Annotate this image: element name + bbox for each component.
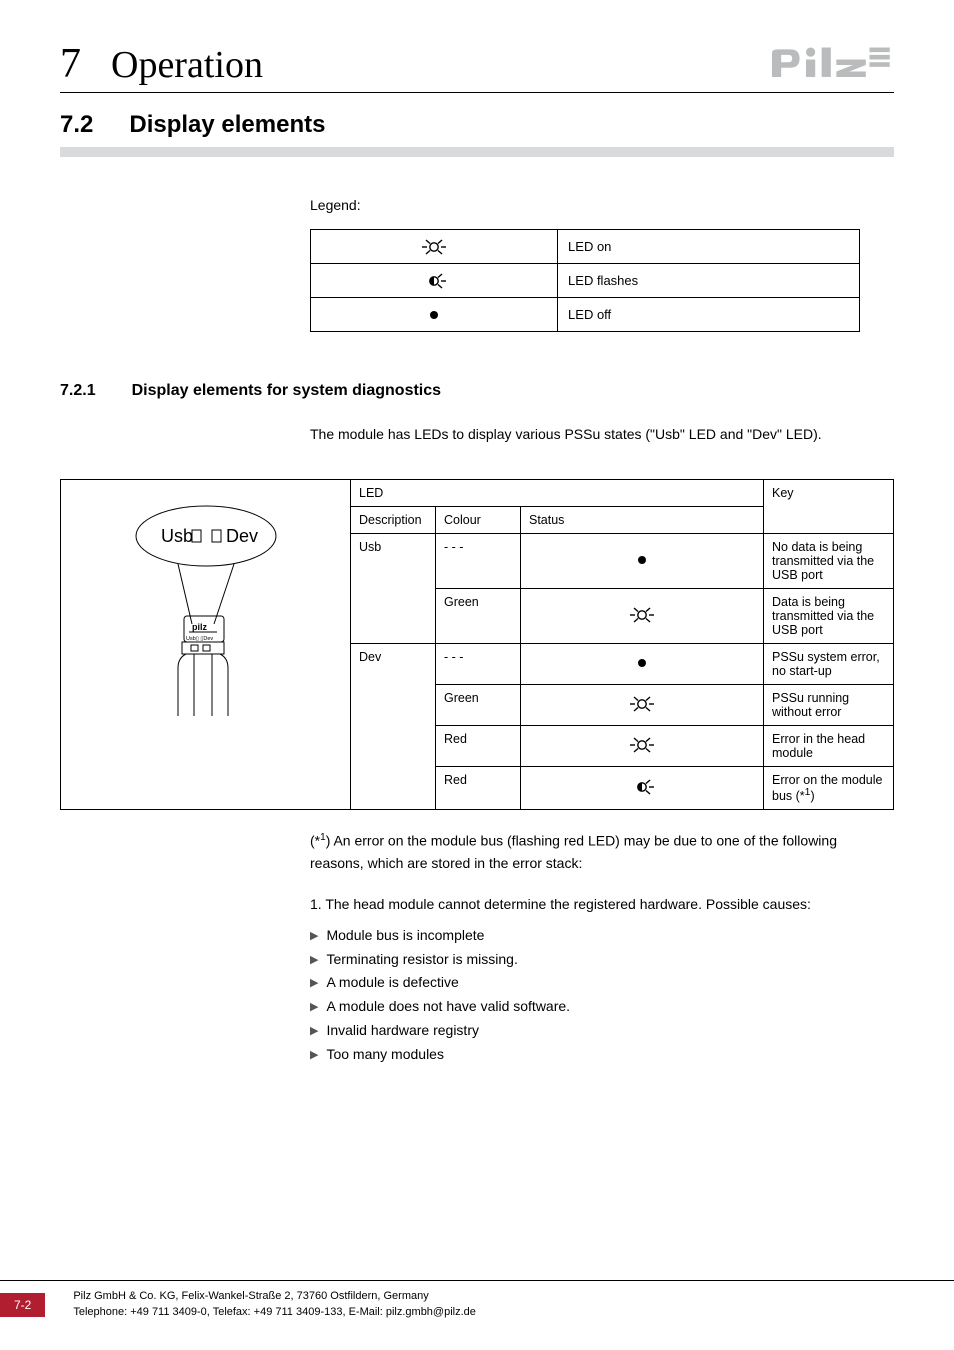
- led-off-icon: [419, 305, 449, 325]
- cell-key: PSSu running without error: [764, 685, 894, 726]
- bullet-arrow-icon: ▶: [310, 1043, 318, 1067]
- cell-key-html: Error on the module bus (*1): [764, 767, 894, 810]
- legend-row: LED off: [311, 298, 860, 332]
- bullet-arrow-icon: ▶: [310, 1019, 318, 1043]
- module-diagram-cell: Usb Dev pilz Usb▯ ▯Dev: [61, 480, 351, 810]
- chapter-number: 7: [60, 40, 81, 88]
- th-status: Status: [521, 507, 764, 534]
- cell-status: [521, 534, 764, 589]
- led-on-icon: [627, 605, 657, 625]
- legend-row: LED flashes: [311, 264, 860, 298]
- causes-intro: 1. The head module cannot determine the …: [310, 894, 860, 916]
- footer-line1: Pilz GmbH & Co. KG, Felix-Wankel-Straße …: [73, 1289, 476, 1304]
- footer-line2: Telephone: +49 711 3409-0, Telefax: +49 …: [73, 1305, 476, 1320]
- bullet-arrow-icon: ▶: [310, 995, 318, 1019]
- legend-row: LED on: [311, 230, 860, 264]
- led-on-icon: [627, 735, 657, 755]
- cell-colour: - - -: [436, 534, 521, 589]
- cell-status: [521, 685, 764, 726]
- th-led: LED: [351, 480, 764, 507]
- page-header: 7 Operation: [60, 40, 894, 93]
- section-heading: 7.2 Display elements: [60, 111, 894, 139]
- cell-colour: Red: [436, 726, 521, 767]
- cell-colour: Red: [436, 767, 521, 810]
- legend-text: LED on: [558, 230, 860, 264]
- led-flash-icon: [627, 777, 657, 797]
- diagram-dev-label: Dev: [226, 526, 258, 546]
- causes-list: ▶ Module bus is incomplete ▶ Terminating r…: [310, 924, 860, 1067]
- cell-status: [521, 767, 764, 810]
- list-item: ▶ Terminating resistor is missing.: [310, 948, 860, 972]
- section-rule: [60, 147, 894, 157]
- led-on-icon: [419, 237, 449, 257]
- subsection-title: Display elements for system diagnostics: [132, 382, 441, 400]
- section-number: 7.2: [60, 111, 93, 139]
- bullet-arrow-icon: ▶: [310, 948, 318, 972]
- list-item-text: A module does not have valid software.: [326, 995, 570, 1019]
- cell-key: Data is being transmitted via the USB po…: [764, 589, 894, 644]
- list-item-text: A module is defective: [326, 971, 458, 995]
- module-diagram: Usb Dev pilz Usb▯ ▯Dev: [106, 486, 306, 736]
- list-item-text: Module bus is incomplete: [326, 924, 484, 948]
- bullet-arrow-icon: ▶: [310, 924, 318, 948]
- legend-table: LED on LED flashes LED off: [310, 229, 860, 332]
- subsection-number: 7.2.1: [60, 382, 96, 400]
- diagram-usb-label: Usb: [161, 526, 193, 546]
- cell-colour: Green: [436, 685, 521, 726]
- bullet-arrow-icon: ▶: [310, 971, 318, 995]
- th-colour: Colour: [436, 507, 521, 534]
- svg-text:pilz: pilz: [192, 622, 207, 632]
- led-status-table: Usb Dev pilz Usb▯ ▯Dev: [60, 479, 894, 810]
- page-footer: 7-2 Pilz GmbH & Co. KG, Felix-Wankel-Str…: [0, 1280, 954, 1320]
- section-title: Display elements: [129, 111, 325, 139]
- list-item-text: Invalid hardware registry: [326, 1019, 479, 1043]
- pilz-logo: [764, 42, 894, 88]
- cell-desc: Dev: [351, 644, 436, 810]
- list-item: ▶ A module does not have valid software.: [310, 995, 860, 1019]
- legend-text: LED off: [558, 298, 860, 332]
- svg-text:Usb▯ ▯Dev: Usb▯ ▯Dev: [186, 636, 213, 642]
- led-flash-icon: [419, 271, 449, 291]
- list-item: ▶ Invalid hardware registry: [310, 1019, 860, 1043]
- cell-status: [521, 726, 764, 767]
- cell-colour: - - -: [436, 644, 521, 685]
- footer-address: Pilz GmbH & Co. KG, Felix-Wankel-Straße …: [73, 1289, 476, 1320]
- footnote-text: (*1) An error on the module bus (flashin…: [310, 830, 860, 874]
- cell-status: [521, 644, 764, 685]
- cell-key: No data is being transmitted via the USB…: [764, 534, 894, 589]
- cell-key: Error in the head module: [764, 726, 894, 767]
- led-off-icon: [627, 653, 657, 673]
- led-on-icon: [627, 694, 657, 714]
- legend-label: Legend:: [310, 197, 860, 213]
- legend-icon-cell: [311, 264, 558, 298]
- cell-desc: Usb: [351, 534, 436, 644]
- page-number-badge: 7-2: [0, 1293, 45, 1317]
- led-off-icon: [627, 550, 657, 570]
- cell-key: PSSu system error, no start-up: [764, 644, 894, 685]
- list-item: ▶ Module bus is incomplete: [310, 924, 860, 948]
- list-item: ▶ Too many modules: [310, 1043, 860, 1067]
- list-item: ▶ A module is defective: [310, 971, 860, 995]
- legend-icon-cell: [311, 230, 558, 264]
- list-item-text: Terminating resistor is missing.: [326, 948, 517, 972]
- legend-icon-cell: [311, 298, 558, 332]
- footnote-body: An error on the module bus (flashing red…: [310, 833, 837, 871]
- subsection-intro: The module has LEDs to display various P…: [310, 424, 860, 445]
- cell-colour: Green: [436, 589, 521, 644]
- th-description: Description: [351, 507, 436, 534]
- legend-text: LED flashes: [558, 264, 860, 298]
- cell-status: [521, 589, 764, 644]
- list-item-text: Too many modules: [326, 1043, 444, 1067]
- subsection-heading: 7.2.1 Display elements for system diagno…: [60, 382, 894, 400]
- th-key: Key: [764, 480, 894, 534]
- chapter-title: Operation: [111, 43, 263, 87]
